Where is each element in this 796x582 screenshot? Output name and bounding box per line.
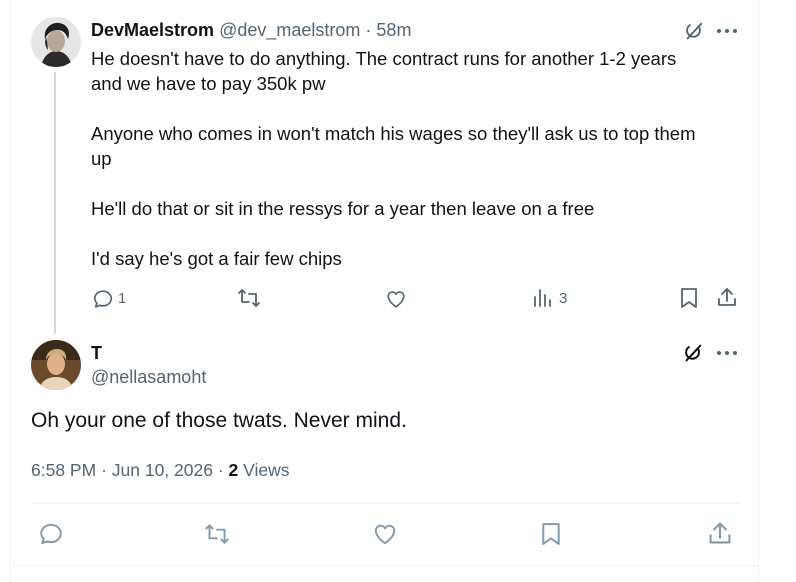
meta-separator: · — [217, 460, 224, 480]
more-icon[interactable] — [716, 28, 738, 34]
tweet-text-line: and we have to pay 350k pw — [91, 73, 326, 94]
frame-left-border — [10, 0, 11, 582]
meta-separator: · — [101, 460, 107, 480]
views-count[interactable]: 3 — [559, 290, 567, 307]
share-icon[interactable] — [707, 520, 733, 546]
views-icon[interactable] — [533, 288, 553, 308]
tweet-text-line: He doesn't have to do anything. The cont… — [91, 48, 677, 69]
retweet-icon[interactable] — [236, 287, 262, 309]
display-name[interactable]: T — [91, 343, 102, 364]
tweet-text-line: Anyone who comes in won't match his wage… — [91, 123, 696, 144]
frame-right-border — [758, 0, 759, 582]
user-handle[interactable]: @dev_maelstrom — [219, 20, 360, 40]
reply-icon[interactable] — [38, 521, 64, 547]
user-handle[interactable]: @nellasamoht — [91, 367, 206, 388]
more-icon[interactable] — [716, 350, 738, 356]
tweet-text: Oh your one of those twats. Never mind. — [31, 409, 407, 432]
divider — [31, 503, 740, 504]
grok-icon[interactable] — [682, 342, 704, 364]
like-icon[interactable] — [385, 288, 407, 310]
retweet-icon[interactable] — [203, 522, 231, 546]
tweet-time[interactable]: 6:58 PM — [31, 460, 96, 480]
display-name[interactable]: DevMaelstrom — [91, 20, 214, 40]
tweet-date[interactable]: Jun 10, 2026 — [112, 460, 213, 480]
avatar[interactable] — [31, 17, 81, 67]
bookmark-icon[interactable] — [679, 287, 699, 309]
reply-icon[interactable] — [92, 288, 114, 310]
views-label: Views — [243, 460, 290, 480]
thread-connector-line — [54, 72, 56, 334]
grok-icon[interactable] — [683, 20, 705, 42]
tweet-time[interactable]: 58m — [376, 20, 411, 40]
views-count: 2 — [228, 460, 239, 480]
tweet-text-line: I'd say he's got a fair few chips — [91, 248, 342, 269]
tweet-text-line: He'll do that or sit in the ressys for a… — [91, 198, 595, 219]
header-separator: · — [365, 20, 372, 40]
share-icon[interactable] — [716, 286, 738, 308]
bookmark-icon[interactable] — [540, 521, 562, 547]
tweet-text-line: up — [91, 148, 112, 169]
like-icon[interactable] — [372, 521, 398, 547]
frame-bottom-border — [10, 565, 759, 566]
tweet-header: DevMaelstrom @dev_maelstrom · 58m — [91, 20, 411, 41]
reply-count[interactable]: 1 — [118, 290, 126, 307]
avatar[interactable] — [31, 340, 81, 390]
tweet-metadata: 6:58 PM · Jun 10, 2026 · 2 Views — [31, 460, 290, 481]
